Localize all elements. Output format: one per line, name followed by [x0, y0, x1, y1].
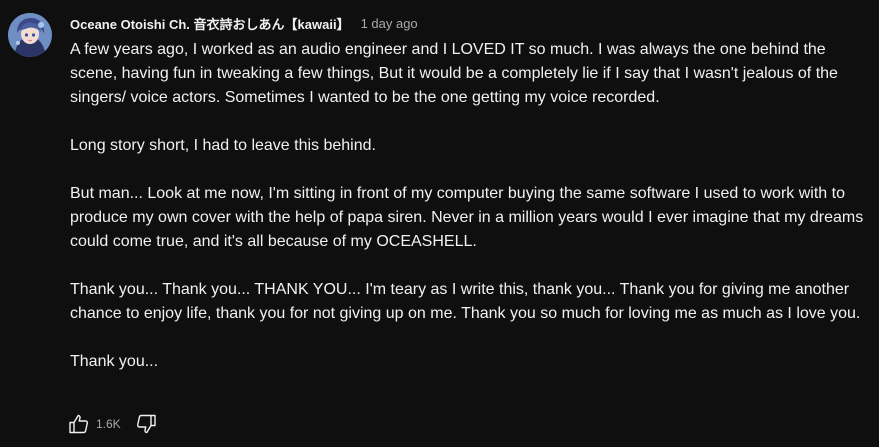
comment-timestamp[interactable]: 1 day ago: [361, 16, 418, 31]
comment-paragraph: Thank you... Thank you... THANK YOU... I…: [70, 281, 861, 322]
avatar-image: [8, 13, 52, 57]
comment-body: A few years ago, I worked as an audio en…: [70, 38, 865, 374]
author-name[interactable]: Oceane Otoishi Ch. 音衣詩おしあん【kawaii】: [70, 14, 350, 33]
comment-actions: 1.6K: [66, 410, 159, 438]
thumbs-up-icon: [69, 414, 89, 434]
thumbs-down-icon: [136, 414, 156, 434]
dislike-button[interactable]: [133, 411, 159, 437]
avatar[interactable]: [8, 13, 52, 57]
comment-paragraph: Long story short, I had to leave this be…: [70, 137, 376, 154]
comment-header: Oceane Otoishi Ch. 音衣詩おしあん【kawaii】 1 day…: [70, 14, 418, 32]
comment-paragraph: A few years ago, I worked as an audio en…: [70, 41, 838, 106]
comment-paragraph: Thank you...: [70, 353, 159, 370]
like-button[interactable]: [66, 411, 92, 437]
comment-thread: Oceane Otoishi Ch. 音衣詩おしあん【kawaii】 1 day…: [0, 0, 879, 447]
comment-paragraph: But man... Look at me now, I'm sitting i…: [70, 185, 864, 250]
like-count: 1.6K: [96, 417, 121, 431]
